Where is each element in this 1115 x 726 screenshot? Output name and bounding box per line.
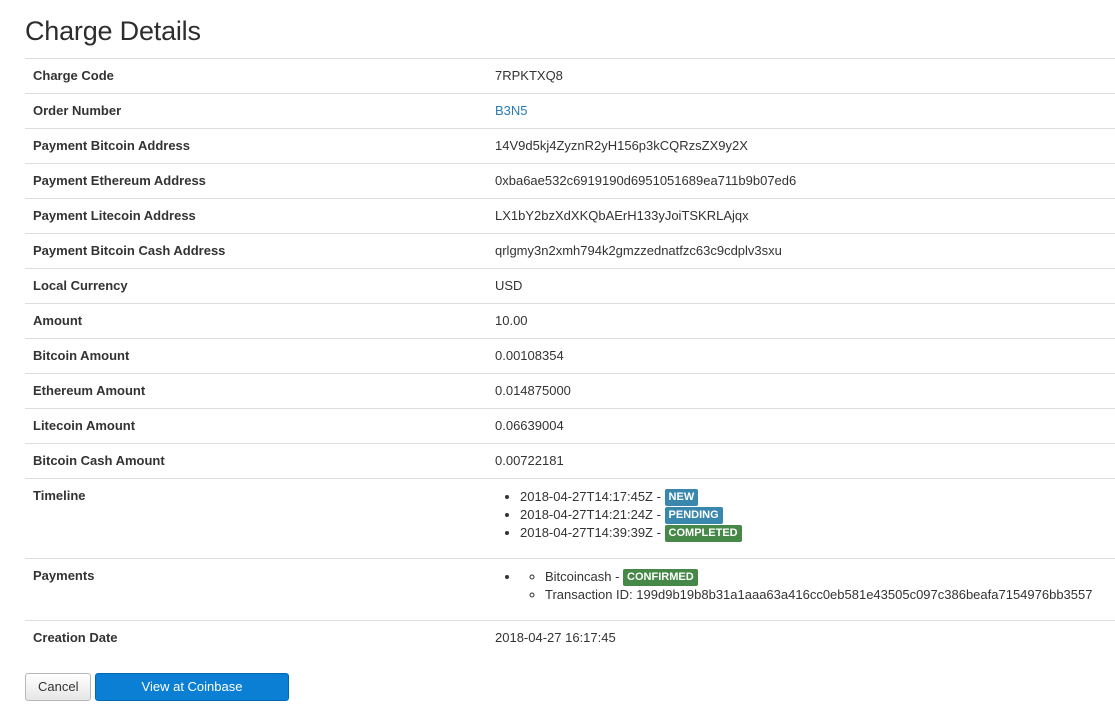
- bitcoin-cash-address-value: qrlgmy3n2xmh794k2gmzzednatfzc63c9cdplv3s…: [495, 243, 782, 258]
- timeline-list: 2018-04-27T14:17:45Z - NEW 2018-04-27T14…: [495, 479, 1107, 542]
- timeline-label: Timeline: [33, 488, 86, 503]
- event-time: 2018-04-27T14:39:39Z: [520, 525, 653, 540]
- bitcoin-cash-amount-value: 0.00722181: [495, 453, 564, 468]
- payments-cell: Bitcoincash - CONFIRMED Transaction ID: …: [487, 559, 1115, 621]
- creation-date-value: 2018-04-27 16:17:45: [495, 630, 616, 645]
- status-badge-pending: PENDING: [664, 507, 723, 524]
- table-row: Amount 10.00: [25, 303, 1115, 339]
- table-row: Ethereum Amount 0.014875000: [25, 373, 1115, 409]
- payments-list: Bitcoincash - CONFIRMED Transaction ID: …: [495, 559, 1107, 604]
- status-badge-completed: COMPLETED: [664, 525, 742, 542]
- amount-value: 10.00: [495, 313, 528, 328]
- table-row: Order Number B3N5: [25, 93, 1115, 129]
- field-label: Bitcoin Amount: [33, 348, 130, 363]
- table-row: Bitcoin Amount 0.00108354: [25, 338, 1115, 374]
- payment-transaction: Transaction ID: 199d9b19b8b31a1aaa63a416…: [545, 586, 1092, 604]
- field-label: Ethereum Amount: [33, 383, 146, 398]
- field-label: Litecoin Amount: [33, 418, 136, 433]
- table-row: Bitcoin Cash Amount 0.00722181: [25, 443, 1115, 479]
- view-at-coinbase-commerce-button[interactable]: View at Coinbase Commerce: [95, 673, 289, 720]
- table-row: Payment Ethereum Address 0xba6ae532c6919…: [25, 163, 1115, 199]
- ethereum-amount-value: 0.014875000: [495, 383, 571, 398]
- table-row: Payment Litecoin Address LX1bY2bzXdXKQbA…: [25, 198, 1115, 234]
- event-separator: -: [652, 489, 665, 504]
- table-row: Litecoin Amount 0.06639004: [25, 408, 1115, 444]
- field-label: Payment Bitcoin Address: [33, 138, 191, 153]
- payment-separator: -: [611, 569, 624, 584]
- field-label: Amount: [33, 313, 83, 328]
- bitcoin-address-value: 14V9d5kj4ZyznR2yH156p3kCQRzsZX9y2X: [495, 138, 748, 153]
- charge-code-value: 7RPKTXQ8: [495, 68, 563, 83]
- bitcoin-amount-value: 0.00108354: [495, 348, 564, 363]
- order-number-link[interactable]: B3N5: [495, 103, 528, 118]
- litecoin-address-value: LX1bY2bzXdXKQbAErH133yJoiTSKRLAjqx: [495, 208, 749, 223]
- field-label: Payment Litecoin Address: [33, 208, 196, 223]
- field-label: Local Currency: [33, 278, 128, 293]
- cancel-button[interactable]: Cancel: [25, 673, 91, 701]
- payments-label: Payments: [33, 568, 95, 583]
- event-separator: -: [652, 507, 665, 522]
- field-label: Payment Ethereum Address: [33, 173, 206, 188]
- table-row: Payment Bitcoin Address 14V9d5kj4ZyznR2y…: [25, 128, 1115, 164]
- field-label: Charge Code: [33, 68, 114, 83]
- payment-item: Bitcoincash - CONFIRMED Transaction ID: …: [520, 568, 1107, 604]
- event-separator: -: [652, 525, 665, 540]
- timeline-row: Timeline 2018-04-27T14:17:45Z - NEW 2018…: [25, 478, 1115, 559]
- timeline-cell: 2018-04-27T14:17:45Z - NEW 2018-04-27T14…: [487, 479, 1115, 559]
- transaction-id: 199d9b19b8b31a1aaa63a416cc0eb581e43505c0…: [636, 587, 1093, 602]
- order-number-cell: B3N5: [487, 94, 1115, 129]
- litecoin-amount-value: 0.06639004: [495, 418, 564, 433]
- page-title: Charge Details: [25, 16, 201, 46]
- field-label: Payment Bitcoin Cash Address: [33, 243, 226, 258]
- local-currency-value: USD: [495, 278, 523, 293]
- timeline-event: 2018-04-27T14:17:45Z - NEW: [520, 488, 1107, 506]
- table-row: Payment Bitcoin Cash Address qrlgmy3n2xm…: [25, 233, 1115, 269]
- field-label: Bitcoin Cash Amount: [33, 453, 165, 468]
- payment-network-name: Bitcoincash: [545, 569, 612, 584]
- ethereum-address-value: 0xba6ae532c6919190d6951051689ea711b9b07e…: [495, 173, 797, 188]
- payments-row: Payments Bitcoincash - CONFIRMED Transac…: [25, 558, 1115, 621]
- payment-detail-list: Bitcoincash - CONFIRMED Transaction ID: …: [520, 568, 1092, 604]
- status-badge-confirmed: CONFIRMED: [623, 569, 698, 586]
- timeline-event: 2018-04-27T14:39:39Z - COMPLETED: [520, 524, 1107, 542]
- timeline-event: 2018-04-27T14:21:24Z - PENDING: [520, 506, 1107, 524]
- payment-network: Bitcoincash - CONFIRMED: [545, 568, 1092, 586]
- charge-details-table: Charge Code 7RPKTXQ8 Order Number B3N5 P…: [25, 58, 1115, 656]
- table-row: Creation Date 2018-04-27 16:17:45: [25, 620, 1115, 656]
- status-badge-new: NEW: [664, 489, 699, 506]
- event-time: 2018-04-27T14:17:45Z: [520, 489, 653, 504]
- event-time: 2018-04-27T14:21:24Z: [520, 507, 653, 522]
- table-row: Local Currency USD: [25, 268, 1115, 304]
- table-row: Charge Code 7RPKTXQ8: [25, 58, 1115, 94]
- field-label: Creation Date: [33, 630, 118, 645]
- transaction-label: Transaction ID:: [545, 587, 633, 602]
- field-label: Order Number: [33, 103, 122, 118]
